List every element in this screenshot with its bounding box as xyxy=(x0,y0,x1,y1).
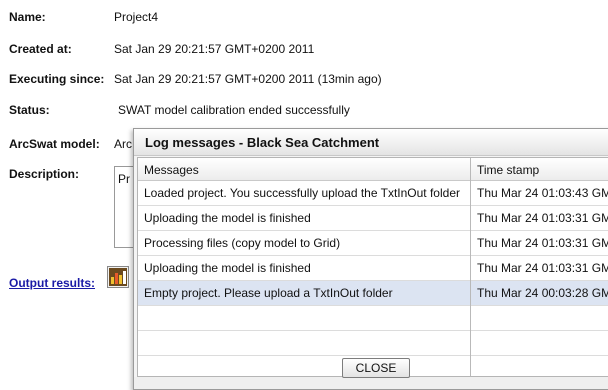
table-row[interactable]: Loaded project. You successfully upload … xyxy=(138,181,608,206)
row-timestamp: Thu Mar 24 01:03:43 GMT xyxy=(477,186,608,200)
row-timestamp: Thu Mar 24 01:03:31 GMT xyxy=(477,236,608,250)
table-row-empty xyxy=(138,306,608,331)
row-message: Uploading the model is finished xyxy=(144,211,311,225)
created-value: Sat Jan 29 20:21:57 GMT+0200 2011 xyxy=(114,42,315,56)
dialog-title: Log messages - Black Sea Catchment xyxy=(145,135,380,150)
status-value: SWAT model calibration ended successfull… xyxy=(118,103,350,117)
row-message: Processing files (copy model to Grid) xyxy=(144,236,341,250)
row-message: Loaded project. You successfully upload … xyxy=(144,186,460,200)
chart-icon[interactable] xyxy=(107,266,129,288)
executing-label: Executing since: xyxy=(9,72,105,86)
table-row-empty xyxy=(138,331,608,356)
arcswat-label: ArcSwat model: xyxy=(9,137,100,151)
row-timestamp: Thu Mar 24 01:03:31 GMT xyxy=(477,211,608,225)
dialog-footer xyxy=(134,377,608,389)
table-row[interactable]: Processing files (copy model to Grid) Th… xyxy=(138,231,608,256)
log-table-header: Messages Time stamp xyxy=(138,158,608,181)
chart-icon-graphic xyxy=(109,268,127,286)
table-row[interactable]: Uploading the model is finished Thu Mar … xyxy=(138,206,608,231)
row-message: Uploading the model is finished xyxy=(144,261,311,275)
executing-value: Sat Jan 29 20:21:57 GMT+0200 2011 (13min… xyxy=(114,72,382,86)
dialog-title-bar[interactable]: Log messages - Black Sea Catchment xyxy=(134,129,608,156)
arcswat-value: Arc xyxy=(114,137,132,151)
name-value: Project4 xyxy=(114,10,159,24)
name-label: Name: xyxy=(9,10,46,24)
close-button[interactable]: CLOSE xyxy=(342,358,410,378)
description-label: Description: xyxy=(9,167,80,181)
table-row-selected[interactable]: Empty project. Please upload a TxtInOut … xyxy=(138,281,608,306)
status-label: Status: xyxy=(9,103,50,117)
row-timestamp: Thu Mar 24 01:03:31 GMT xyxy=(477,261,608,275)
column-header-messages[interactable]: Messages xyxy=(144,163,199,177)
column-divider[interactable] xyxy=(470,158,471,376)
row-timestamp: Thu Mar 24 00:03:28 GMT xyxy=(477,286,608,300)
log-table: Messages Time stamp Loaded project. You … xyxy=(137,157,608,377)
row-message: Empty project. Please upload a TxtInOut … xyxy=(144,286,393,300)
description-text: Pr xyxy=(118,172,130,186)
table-row[interactable]: Uploading the model is finished Thu Mar … xyxy=(138,256,608,281)
created-label: Created at: xyxy=(9,42,72,56)
log-messages-dialog: Log messages - Black Sea Catchment Messa… xyxy=(133,128,608,390)
output-results-link[interactable]: Output results: xyxy=(9,276,95,290)
column-header-timestamp[interactable]: Time stamp xyxy=(477,163,539,177)
